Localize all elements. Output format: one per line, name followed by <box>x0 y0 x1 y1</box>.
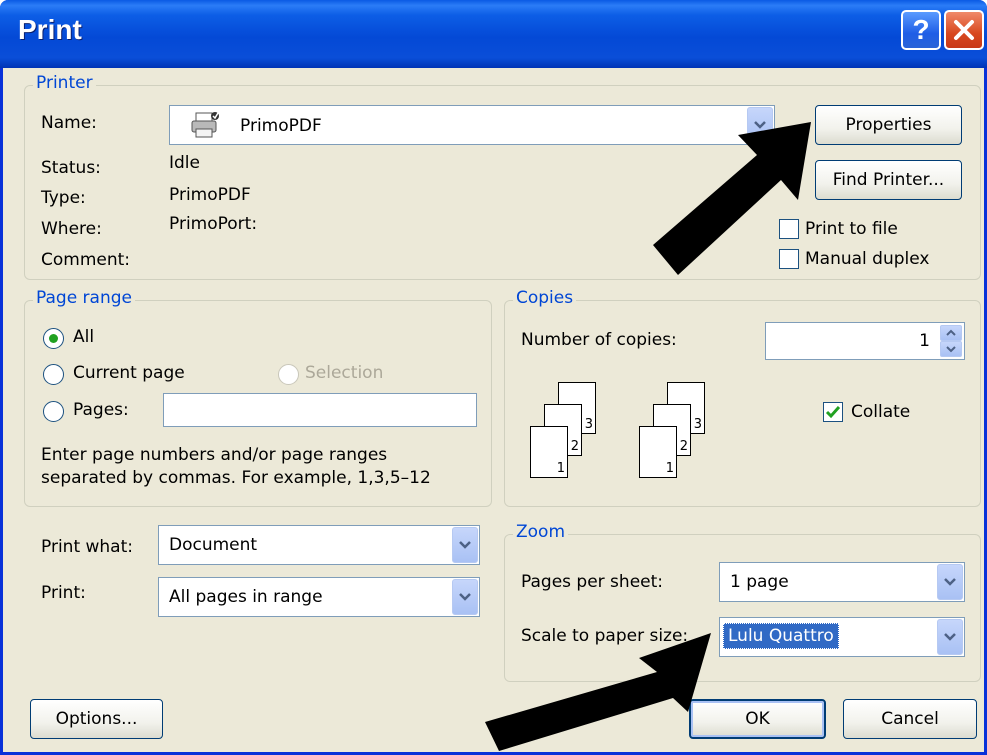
print-to-file-label[interactable]: Print to file <box>805 219 898 239</box>
status-label: Status: <box>41 158 101 178</box>
status-value: Idle <box>169 153 200 173</box>
pages-per-sheet-label: Pages per sheet: <box>521 572 664 592</box>
number-of-copies-label: Number of copies: <box>521 330 677 350</box>
spin-down-button[interactable] <box>940 341 962 357</box>
current-page-radio-label[interactable]: Current page <box>73 363 185 383</box>
scale-to-paper-size-label: Scale to paper size: <box>521 626 689 646</box>
pages-input[interactable] <box>163 393 477 427</box>
pages-per-sheet-dropdown-button[interactable] <box>937 564 963 600</box>
print-what-select[interactable]: Document <box>158 525 480 565</box>
print-what-label: Print what: <box>41 537 133 557</box>
print-select[interactable]: All pages in range <box>158 577 480 617</box>
chevron-down-icon <box>459 593 471 601</box>
print-dialog: Print ? Printer Name: PrimoPDF Status: I… <box>0 0 987 755</box>
print-label: Print: <box>41 583 86 603</box>
page-1: 1 <box>530 426 568 478</box>
copies-value: 1 <box>919 331 930 351</box>
printer-name-value: PrimoPDF <box>240 116 322 136</box>
manual-duplex-label[interactable]: Manual duplex <box>805 249 929 269</box>
where-value: PrimoPort: <box>169 214 258 234</box>
chevron-up-icon <box>946 329 956 336</box>
name-label: Name: <box>41 113 97 133</box>
close-button[interactable] <box>944 10 984 50</box>
zoom-group: Zoom <box>504 522 981 682</box>
title-bar[interactable]: Print ? <box>0 0 987 68</box>
chevron-down-icon <box>946 346 956 353</box>
page-1: 1 <box>639 426 677 478</box>
copies-spinner[interactable]: 1 <box>765 322 965 360</box>
chevron-down-icon <box>459 541 471 549</box>
checkmark-icon <box>825 406 841 419</box>
type-value: PrimoPDF <box>169 185 251 205</box>
print-dropdown-button[interactable] <box>452 579 478 615</box>
pages-radio[interactable] <box>43 401 64 422</box>
print-what-dropdown-button[interactable] <box>452 527 478 563</box>
chevron-down-icon <box>944 578 956 586</box>
printer-dropdown-button[interactable] <box>747 107 773 143</box>
chevron-down-icon <box>754 121 766 129</box>
help-button[interactable]: ? <box>901 10 941 50</box>
page-range-hint-line2: separated by commas. For example, 1,3,5–… <box>41 468 431 488</box>
scale-dropdown-button[interactable] <box>937 619 963 655</box>
selection-radio-label: Selection <box>305 363 384 383</box>
pages-per-sheet-value: 1 page <box>730 572 789 592</box>
collate-checkbox[interactable] <box>823 402 843 422</box>
printer-name-select[interactable]: PrimoPDF <box>169 105 775 145</box>
chevron-down-icon <box>944 633 956 641</box>
help-icon: ? <box>912 14 930 45</box>
close-icon <box>954 20 974 40</box>
current-page-radio[interactable] <box>43 364 64 385</box>
where-label: Where: <box>41 219 102 239</box>
scale-to-paper-size-value: Lulu Quattro <box>723 623 839 649</box>
print-value: All pages in range <box>169 587 323 607</box>
properties-button[interactable]: Properties <box>815 105 962 145</box>
page-range-hint-line1: Enter page numbers and/or page ranges <box>41 445 388 465</box>
print-to-file-checkbox[interactable] <box>779 219 799 239</box>
collate-label[interactable]: Collate <box>851 402 910 422</box>
comment-label: Comment: <box>41 250 131 270</box>
all-radio-label[interactable]: All <box>73 327 94 347</box>
window-title: Print <box>18 14 82 45</box>
spin-up-button[interactable] <box>940 325 962 341</box>
type-label: Type: <box>41 188 86 208</box>
page-range-group-label: Page range <box>33 288 135 308</box>
ok-button[interactable]: OK <box>689 699 826 739</box>
zoom-group-label: Zoom <box>513 522 569 542</box>
printer-icon <box>190 110 220 145</box>
manual-duplex-checkbox[interactable] <box>779 249 799 269</box>
options-button[interactable]: Options... <box>30 699 163 739</box>
scale-to-paper-size-select[interactable]: Lulu Quattro <box>719 617 965 657</box>
printer-group-label: Printer <box>33 73 96 93</box>
all-radio[interactable] <box>43 328 64 349</box>
selection-radio <box>278 364 299 385</box>
copies-group-label: Copies <box>513 288 577 308</box>
find-printer-button[interactable]: Find Printer... <box>815 160 962 200</box>
pages-radio-label[interactable]: Pages: <box>73 400 129 420</box>
pages-per-sheet-select[interactable]: 1 page <box>719 562 965 602</box>
print-what-value: Document <box>169 535 258 555</box>
cancel-button[interactable]: Cancel <box>843 699 977 739</box>
